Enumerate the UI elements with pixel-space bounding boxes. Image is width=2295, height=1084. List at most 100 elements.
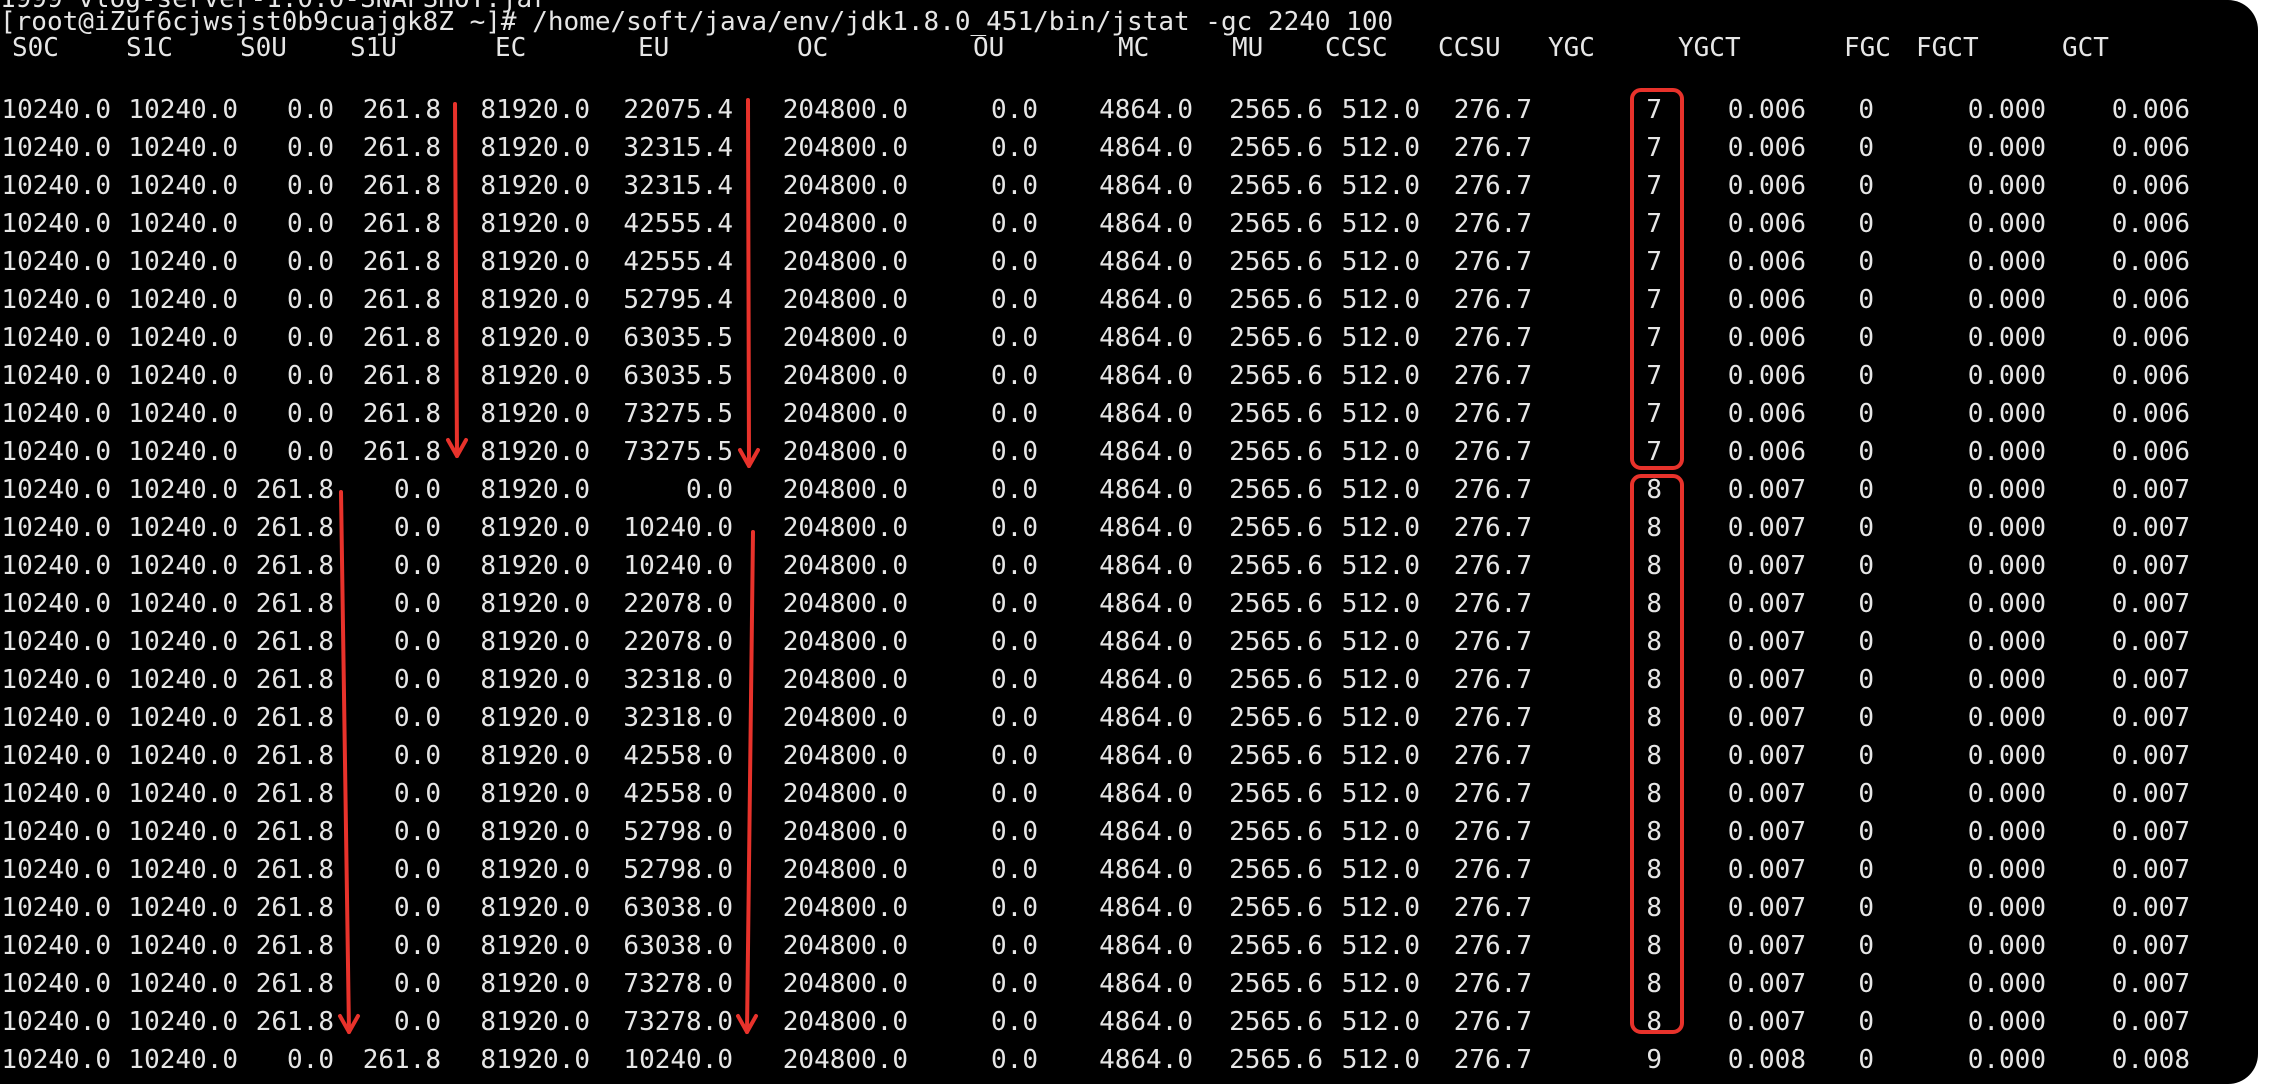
cell-fgc: 0 — [1858, 475, 1874, 505]
cell-fgc: 0 — [1858, 817, 1874, 847]
cell-oc: 204800.0 — [782, 589, 908, 619]
cell-fgct: 0.000 — [1967, 361, 2046, 391]
cell-gct: 0.006 — [2111, 95, 2190, 125]
cell-s1u: 0.0 — [394, 741, 441, 771]
cell-mu: 2565.6 — [1229, 437, 1323, 467]
cell-s0c: 10240.0 — [1, 931, 111, 961]
gc-stat-row: 10240.0 10240.0 0.0 261.8 81920.0 10240.0 2048… — [0, 1041, 2258, 1079]
cell-s0c: 10240.0 — [1, 855, 111, 885]
cell-ccsu: 276.7 — [1453, 703, 1532, 733]
cell-ygc: 7 — [1646, 361, 1662, 391]
cell-s1u: 0.0 — [394, 627, 441, 657]
cell-ccsu: 276.7 — [1453, 1007, 1532, 1037]
cell-eu: 10240.0 — [623, 1045, 733, 1075]
cell-oc: 204800.0 — [782, 969, 908, 999]
cell-ygc: 7 — [1646, 437, 1662, 467]
cell-ygc: 9 — [1646, 1045, 1662, 1075]
cell-ygct: 0.006 — [1727, 95, 1806, 125]
cell-s1c: 10240.0 — [128, 437, 238, 467]
cell-ygc: 8 — [1646, 931, 1662, 961]
cell-s0c: 10240.0 — [1, 513, 111, 543]
cell-ccsc: 512.0 — [1341, 551, 1420, 581]
cell-eu: 63035.5 — [623, 323, 733, 353]
cell-s0u: 261.8 — [255, 779, 334, 809]
cell-fgct: 0.000 — [1967, 703, 2046, 733]
cell-mu: 2565.6 — [1229, 513, 1323, 543]
cell-ygc: 7 — [1646, 171, 1662, 201]
cell-fgct: 0.000 — [1967, 817, 2046, 847]
cell-s1u: 0.0 — [394, 475, 441, 505]
cell-fgct: 0.000 — [1967, 285, 2046, 315]
cell-s1c: 10240.0 — [128, 817, 238, 847]
cell-mc: 4864.0 — [1099, 1007, 1193, 1037]
cell-ou: 0.0 — [991, 1007, 1038, 1037]
cell-ygc: 8 — [1646, 817, 1662, 847]
cell-oc: 204800.0 — [782, 95, 908, 125]
column-header-eu: EU — [638, 33, 670, 63]
cell-mu: 2565.6 — [1229, 361, 1323, 391]
cell-ec: 81920.0 — [480, 209, 590, 239]
cell-s1u: 0.0 — [394, 969, 441, 999]
cell-oc: 204800.0 — [782, 931, 908, 961]
cell-s0c: 10240.0 — [1, 399, 111, 429]
cell-ccsu: 276.7 — [1453, 133, 1532, 163]
cell-mu: 2565.6 — [1229, 589, 1323, 619]
cell-mc: 4864.0 — [1099, 779, 1193, 809]
cell-ygct: 0.007 — [1727, 1007, 1806, 1037]
cell-gct: 0.007 — [2111, 931, 2190, 961]
cell-oc: 204800.0 — [782, 1045, 908, 1075]
cell-ccsu: 276.7 — [1453, 437, 1532, 467]
cell-fgct: 0.000 — [1967, 171, 2046, 201]
cell-ccsc: 512.0 — [1341, 513, 1420, 543]
cell-oc: 204800.0 — [782, 475, 908, 505]
cell-gct: 0.006 — [2111, 209, 2190, 239]
cell-ygc: 7 — [1646, 247, 1662, 277]
cell-ec: 81920.0 — [480, 969, 590, 999]
cell-eu: 0.0 — [686, 475, 733, 505]
cell-ccsc: 512.0 — [1341, 969, 1420, 999]
cell-ygct: 0.007 — [1727, 931, 1806, 961]
cell-s1c: 10240.0 — [128, 399, 238, 429]
cell-s0u: 0.0 — [287, 209, 334, 239]
cell-mu: 2565.6 — [1229, 779, 1323, 809]
cell-gct: 0.007 — [2111, 551, 2190, 581]
cell-ou: 0.0 — [991, 323, 1038, 353]
cell-s0c: 10240.0 — [1, 627, 111, 657]
cell-gct: 0.007 — [2111, 1007, 2190, 1037]
gc-stat-row: 10240.0 10240.0 261.8 0.0 81920.0 42558.0 2048… — [0, 775, 2258, 813]
column-header-oc: OC — [797, 33, 829, 63]
cell-ou: 0.0 — [991, 741, 1038, 771]
cell-ou: 0.0 — [991, 1045, 1038, 1075]
cell-s1c: 10240.0 — [128, 247, 238, 277]
cell-ygct: 0.007 — [1727, 589, 1806, 619]
cell-gct: 0.006 — [2111, 323, 2190, 353]
cell-mc: 4864.0 — [1099, 171, 1193, 201]
cell-ygct: 0.007 — [1727, 513, 1806, 543]
cell-ccsu: 276.7 — [1453, 209, 1532, 239]
cell-ou: 0.0 — [991, 969, 1038, 999]
screenshot-stage: 1999 vlog-server-1.0.0-SNAPSHOT.jar [roo… — [0, 0, 2295, 1084]
cell-ccsu: 276.7 — [1453, 741, 1532, 771]
cell-eu: 10240.0 — [623, 551, 733, 581]
cell-ccsc: 512.0 — [1341, 589, 1420, 619]
cell-mc: 4864.0 — [1099, 475, 1193, 505]
gc-stat-row: 10240.0 10240.0 261.8 0.0 81920.0 22078.0 2048… — [0, 585, 2258, 623]
cell-s0u: 0.0 — [287, 133, 334, 163]
cell-fgct: 0.000 — [1967, 779, 2046, 809]
cell-s1u: 0.0 — [394, 551, 441, 581]
cell-s1c: 10240.0 — [128, 513, 238, 543]
cell-mc: 4864.0 — [1099, 133, 1193, 163]
cell-oc: 204800.0 — [782, 551, 908, 581]
cell-s1c: 10240.0 — [128, 133, 238, 163]
cell-mc: 4864.0 — [1099, 855, 1193, 885]
cell-ccsu: 276.7 — [1453, 285, 1532, 315]
cell-fgct: 0.000 — [1967, 741, 2046, 771]
terminal-window[interactable]: 1999 vlog-server-1.0.0-SNAPSHOT.jar [roo… — [0, 0, 2258, 1084]
cell-ygc: 8 — [1646, 513, 1662, 543]
cell-s0c: 10240.0 — [1, 475, 111, 505]
cell-eu: 63038.0 — [623, 893, 733, 923]
cell-s1u: 261.8 — [362, 247, 441, 277]
cell-eu: 22075.4 — [623, 95, 733, 125]
cell-ccsc: 512.0 — [1341, 209, 1420, 239]
cell-mu: 2565.6 — [1229, 95, 1323, 125]
